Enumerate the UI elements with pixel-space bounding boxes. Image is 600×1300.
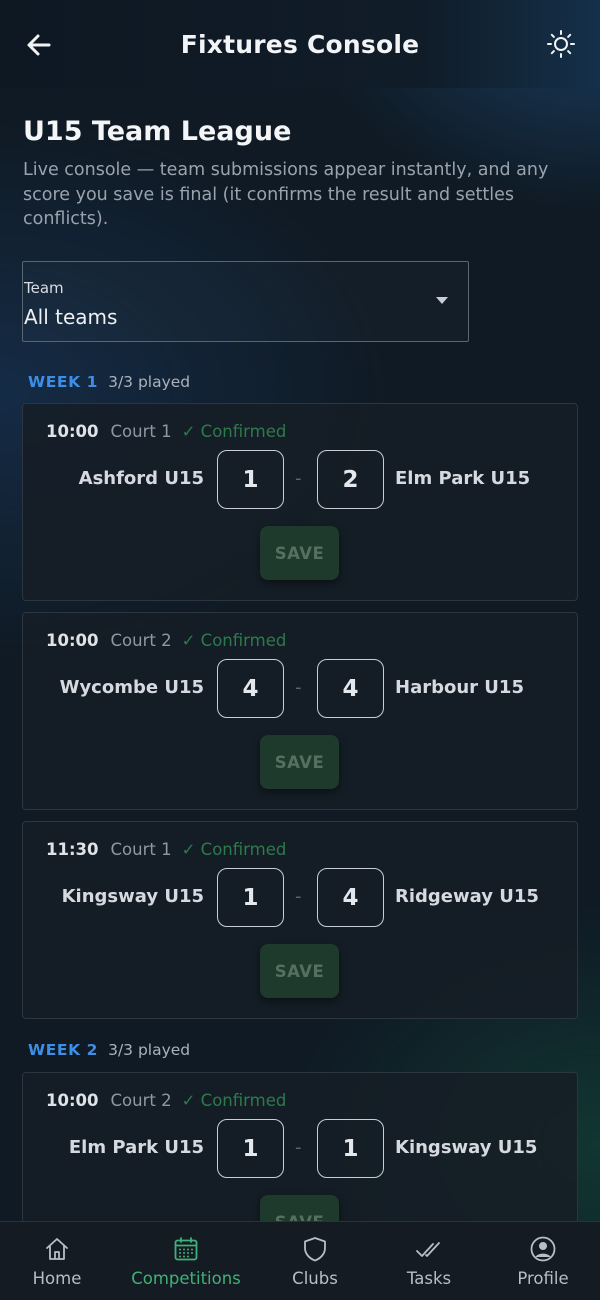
home-icon: [46, 1238, 68, 1260]
week-label: WEEK 2: [28, 1041, 99, 1059]
nav-item-tasks[interactable]: Tasks: [369, 1222, 489, 1300]
score-separator: -: [295, 886, 302, 907]
home-score-input[interactable]: 4: [217, 659, 284, 718]
chevron-down-icon: [436, 297, 448, 304]
save-button[interactable]: SAVE: [260, 735, 339, 789]
week-played-count: 3/3 played: [108, 1041, 191, 1059]
page-title: Fixtures Console: [180, 29, 420, 59]
match-card: 10:00 Court 2 ✓ Confirmed Elm Park U15 1…: [22, 1072, 578, 1221]
nav-item-clubs[interactable]: Clubs: [255, 1222, 375, 1300]
team-filter-value: All teams: [24, 305, 118, 329]
double-check-icon: [416, 1242, 440, 1257]
nav-item-competitions[interactable]: Competitions: [126, 1222, 246, 1300]
away-team: Kingsway U15: [395, 1137, 538, 1158]
match-card: 11:30 Court 1 ✓ Confirmed Kingsway U15 1…: [22, 821, 578, 1019]
league-description: Live console — team submissions appear i…: [23, 160, 549, 229]
match-card: 10:00 Court 2 ✓ Confirmed Wycombe U15 4 …: [22, 612, 578, 810]
sun-icon: [547, 30, 575, 58]
week-played-count: 3/3 played: [108, 373, 191, 391]
home-team: Elm Park U15: [68, 1137, 204, 1158]
week-header: WEEK 1 3/3 played: [28, 373, 190, 391]
match-time: 10:00: [46, 422, 99, 441]
away-score-input[interactable]: 4: [317, 868, 384, 927]
away-team: Elm Park U15: [395, 468, 531, 489]
match-time: 10:00: [46, 1091, 99, 1110]
nav-label: Tasks: [406, 1269, 452, 1288]
league-title: U15 Team League: [23, 116, 292, 147]
team-filter-label: Team: [24, 279, 64, 297]
arrow-left-icon: [27, 34, 51, 56]
match-time: 10:00: [46, 631, 99, 650]
week-label: WEEK 1: [28, 373, 99, 391]
score-separator: -: [295, 1137, 302, 1158]
theme-toggle-button[interactable]: [544, 27, 578, 61]
away-score-input[interactable]: 4: [317, 659, 384, 718]
save-button[interactable]: SAVE: [260, 1195, 339, 1221]
match-card: 10:00 Court 1 ✓ Confirmed Ashford U15 1 …: [22, 403, 578, 601]
status-badge: ✓ Confirmed: [181, 840, 287, 859]
status-badge: ✓ Confirmed: [181, 631, 287, 650]
bottom-nav: Home Competitions Clubs Tasks Profile: [0, 1221, 600, 1300]
away-score-input[interactable]: 1: [317, 1119, 384, 1178]
match-court: Court 1: [110, 840, 172, 859]
back-button[interactable]: [22, 28, 56, 62]
nav-label: Clubs: [292, 1269, 338, 1288]
score-separator: -: [295, 468, 302, 489]
home-score-input[interactable]: 1: [217, 450, 284, 509]
home-score-input[interactable]: 1: [217, 1119, 284, 1178]
user-circle-icon: [530, 1236, 556, 1262]
match-time: 11:30: [46, 840, 99, 859]
away-score-input[interactable]: 2: [317, 450, 384, 509]
match-court: Court 2: [110, 1091, 172, 1110]
match-court: Court 2: [110, 631, 172, 650]
calendar-icon: [174, 1237, 198, 1261]
nav-label: Home: [32, 1269, 82, 1288]
score-separator: -: [295, 677, 302, 698]
week-header: WEEK 2 3/3 played: [28, 1041, 190, 1059]
save-button[interactable]: SAVE: [260, 526, 339, 580]
nav-item-home[interactable]: Home: [0, 1222, 117, 1300]
home-team: Wycombe U15: [59, 677, 204, 698]
nav-label: Profile: [517, 1269, 569, 1288]
nav-item-profile[interactable]: Profile: [483, 1222, 600, 1300]
shield-icon: [304, 1237, 326, 1262]
main-content[interactable]: U15 Team League Live console — team subm…: [0, 88, 600, 1221]
nav-label: Competitions: [131, 1269, 241, 1288]
status-badge: ✓ Confirmed: [181, 422, 287, 441]
home-team: Kingsway U15: [61, 886, 204, 907]
home-score-input[interactable]: 1: [217, 868, 284, 927]
match-court: Court 1: [110, 422, 172, 441]
home-team: Ashford U15: [78, 468, 204, 489]
away-team: Ridgeway U15: [395, 886, 539, 907]
app-header: Fixtures Console: [0, 0, 600, 88]
team-filter-select[interactable]: Team All teams: [22, 261, 469, 342]
away-team: Harbour U15: [395, 677, 524, 698]
status-badge: ✓ Confirmed: [181, 1091, 287, 1110]
save-button[interactable]: SAVE: [260, 944, 339, 998]
